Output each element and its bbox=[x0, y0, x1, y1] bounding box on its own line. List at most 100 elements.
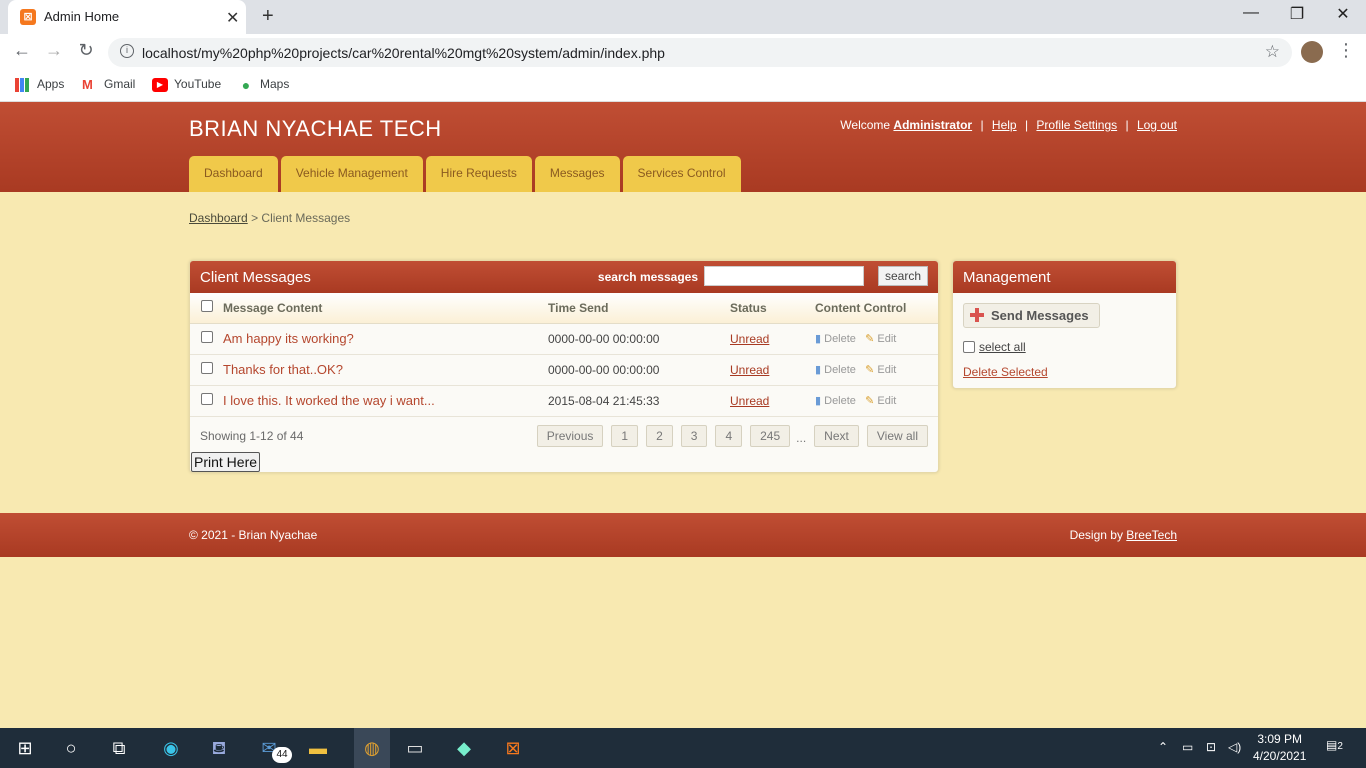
message-content-link[interactable]: Thanks for that..OK? bbox=[223, 354, 548, 386]
trash-icon: ▮ bbox=[815, 333, 822, 345]
row-checkbox[interactable] bbox=[201, 331, 213, 343]
row-checkbox[interactable] bbox=[201, 393, 213, 405]
info-icon[interactable]: i bbox=[120, 44, 134, 58]
new-tab-icon[interactable]: + bbox=[262, 5, 274, 28]
search-input[interactable] bbox=[704, 266, 864, 286]
profile-settings-link[interactable]: Profile Settings bbox=[1036, 118, 1117, 132]
window-close-icon[interactable]: ✕ bbox=[1320, 4, 1366, 24]
edit-link[interactable]: ✎ Edit bbox=[865, 395, 896, 407]
row-checkbox[interactable] bbox=[201, 362, 213, 374]
bookmarks-bar: Apps M Gmail ▶ YouTube ● Maps bbox=[0, 70, 1366, 102]
system-clock[interactable]: 3:09 PM 4/20/2021 bbox=[1253, 731, 1306, 765]
message-content-link[interactable]: Am happy its working? bbox=[223, 323, 548, 355]
send-messages-button[interactable]: Send Messages bbox=[963, 303, 1100, 328]
page-button-3[interactable]: 3 bbox=[680, 424, 708, 447]
column-message-content: Message Content bbox=[223, 293, 548, 324]
nav-tab-messages[interactable]: Messages bbox=[534, 156, 620, 192]
chrome-icon[interactable]: ◍ bbox=[354, 728, 390, 768]
delete-link[interactable]: ▮ Delete bbox=[815, 333, 856, 345]
network-icon[interactable]: ⊡ bbox=[1206, 740, 1216, 754]
design-label: Design by bbox=[1069, 528, 1123, 542]
management-body: Send Messages select all Delete Selected bbox=[953, 293, 1176, 389]
xampp-icon[interactable]: ⊠ bbox=[500, 736, 526, 760]
profile-avatar[interactable] bbox=[1301, 41, 1323, 63]
print-button[interactable]: Print Here bbox=[191, 452, 261, 472]
delete-label: Delete bbox=[824, 364, 856, 376]
address-bar[interactable]: i localhost/my%20php%20projects/car%20re… bbox=[108, 38, 1292, 67]
tray-chevron-icon[interactable]: ⌃ bbox=[1158, 740, 1168, 754]
pencil-icon: ✎ bbox=[865, 395, 875, 407]
select-all-checkbox[interactable] bbox=[201, 300, 213, 313]
welcome-text: Welcome bbox=[840, 118, 891, 132]
select-all-checkbox[interactable] bbox=[963, 341, 975, 353]
nav-tab-services-control[interactable]: Services Control bbox=[622, 156, 741, 192]
view-all-button[interactable]: View all bbox=[866, 424, 928, 447]
task-view-icon[interactable]: ⧉ bbox=[106, 736, 132, 760]
edge-icon[interactable]: ◉ bbox=[158, 736, 184, 760]
logout-link[interactable]: Log out bbox=[1137, 118, 1177, 132]
clock-time: 3:09 PM bbox=[1257, 732, 1303, 746]
notification-icon[interactable]: ▤2 bbox=[1326, 738, 1343, 752]
select-all-link[interactable]: select all bbox=[979, 340, 1026, 354]
edit-label: Edit bbox=[877, 364, 897, 376]
minimize-icon[interactable]: — bbox=[1228, 4, 1274, 22]
panel-title: Client Messages bbox=[200, 269, 311, 286]
file-explorer-icon[interactable]: ▬ bbox=[305, 736, 331, 760]
design-link[interactable]: BreeTech bbox=[1126, 528, 1177, 542]
bookmark-star-icon[interactable]: ☆ bbox=[1265, 42, 1280, 62]
page-button-2[interactable]: 2 bbox=[646, 424, 673, 447]
volume-icon[interactable]: ◁) bbox=[1228, 740, 1241, 754]
reload-icon[interactable]: ↻ bbox=[74, 40, 98, 61]
breadcrumb-dashboard-link[interactable]: Dashboard bbox=[189, 211, 248, 225]
bookmark-youtube[interactable]: ▶ YouTube bbox=[152, 77, 221, 92]
delete-link[interactable]: ▮ Delete bbox=[815, 395, 856, 407]
search-button[interactable]: search bbox=[878, 266, 928, 286]
message-content-link[interactable]: I love this. It worked the way i want... bbox=[223, 385, 548, 417]
terminal-icon[interactable]: ▭ bbox=[402, 736, 428, 760]
mail-badge: 44 bbox=[272, 747, 292, 763]
nav-tab-vehicle-management[interactable]: Vehicle Management bbox=[280, 156, 423, 192]
breadcrumb-current: Client Messages bbox=[261, 211, 351, 225]
search-icon[interactable]: ○ bbox=[58, 736, 84, 760]
admin-user-link[interactable]: Administrator bbox=[893, 118, 972, 132]
edit-link[interactable]: ✎ Edit bbox=[865, 333, 896, 345]
nav-tab-hire-requests[interactable]: Hire Requests bbox=[425, 156, 532, 192]
nav-tab-dashboard[interactable]: Dashboard bbox=[189, 156, 278, 192]
status-link[interactable]: Unread bbox=[730, 363, 769, 377]
notification-count: 2 bbox=[1337, 741, 1343, 752]
edit-link[interactable]: ✎ Edit bbox=[865, 364, 896, 376]
browser-toolbar: ← → ↻ i localhost/my%20php%20projects/ca… bbox=[0, 34, 1366, 70]
next-page-button[interactable]: Next bbox=[814, 424, 859, 447]
store-icon[interactable]: ⛾ bbox=[206, 736, 232, 760]
delete-label: Delete bbox=[824, 395, 856, 407]
plus-icon bbox=[970, 308, 984, 322]
restore-icon[interactable]: ❐ bbox=[1274, 4, 1320, 24]
help-link[interactable]: Help bbox=[992, 118, 1017, 132]
page-button-1[interactable]: 1 bbox=[611, 424, 639, 447]
browser-tab[interactable]: ⊠ Admin Home ✕ bbox=[8, 0, 246, 34]
separator: | bbox=[1024, 118, 1029, 132]
windows-start-icon[interactable]: ⊞ bbox=[12, 736, 38, 760]
forward-icon[interactable]: → bbox=[42, 40, 66, 61]
bookmark-gmail[interactable]: M Gmail bbox=[82, 77, 135, 92]
search-label: search messages bbox=[597, 270, 698, 284]
bookmark-maps[interactable]: ● Maps bbox=[238, 77, 290, 92]
tab-close-icon[interactable]: ✕ bbox=[226, 8, 239, 28]
page-button-245[interactable]: 245 bbox=[750, 424, 791, 447]
delete-link[interactable]: ▮ Delete bbox=[815, 364, 856, 376]
page-button-4[interactable]: 4 bbox=[715, 424, 743, 447]
delete-selected-link[interactable]: Delete Selected bbox=[963, 365, 1166, 379]
status-link[interactable]: Unread bbox=[730, 394, 769, 408]
app-icon[interactable]: ◆ bbox=[451, 736, 477, 760]
previous-page-button[interactable]: Previous bbox=[536, 424, 604, 447]
status-link[interactable]: Unread bbox=[730, 332, 769, 346]
bookmark-apps[interactable]: Apps bbox=[15, 77, 64, 92]
back-icon[interactable]: ← bbox=[10, 40, 34, 61]
pagination-bar: Showing 1-12 of 44 Previous 1 2 3 4 245 … bbox=[190, 417, 938, 453]
trash-icon: ▮ bbox=[815, 364, 822, 376]
copyright-text: © 2021 - Brian Nyachae bbox=[189, 528, 318, 542]
battery-icon[interactable]: ▭ bbox=[1182, 740, 1193, 754]
table-header-row: Message Content Time Send Status Content… bbox=[190, 293, 938, 324]
bookmark-label: Apps bbox=[37, 77, 65, 91]
browser-menu-icon[interactable]: ⋮ bbox=[1337, 40, 1355, 61]
